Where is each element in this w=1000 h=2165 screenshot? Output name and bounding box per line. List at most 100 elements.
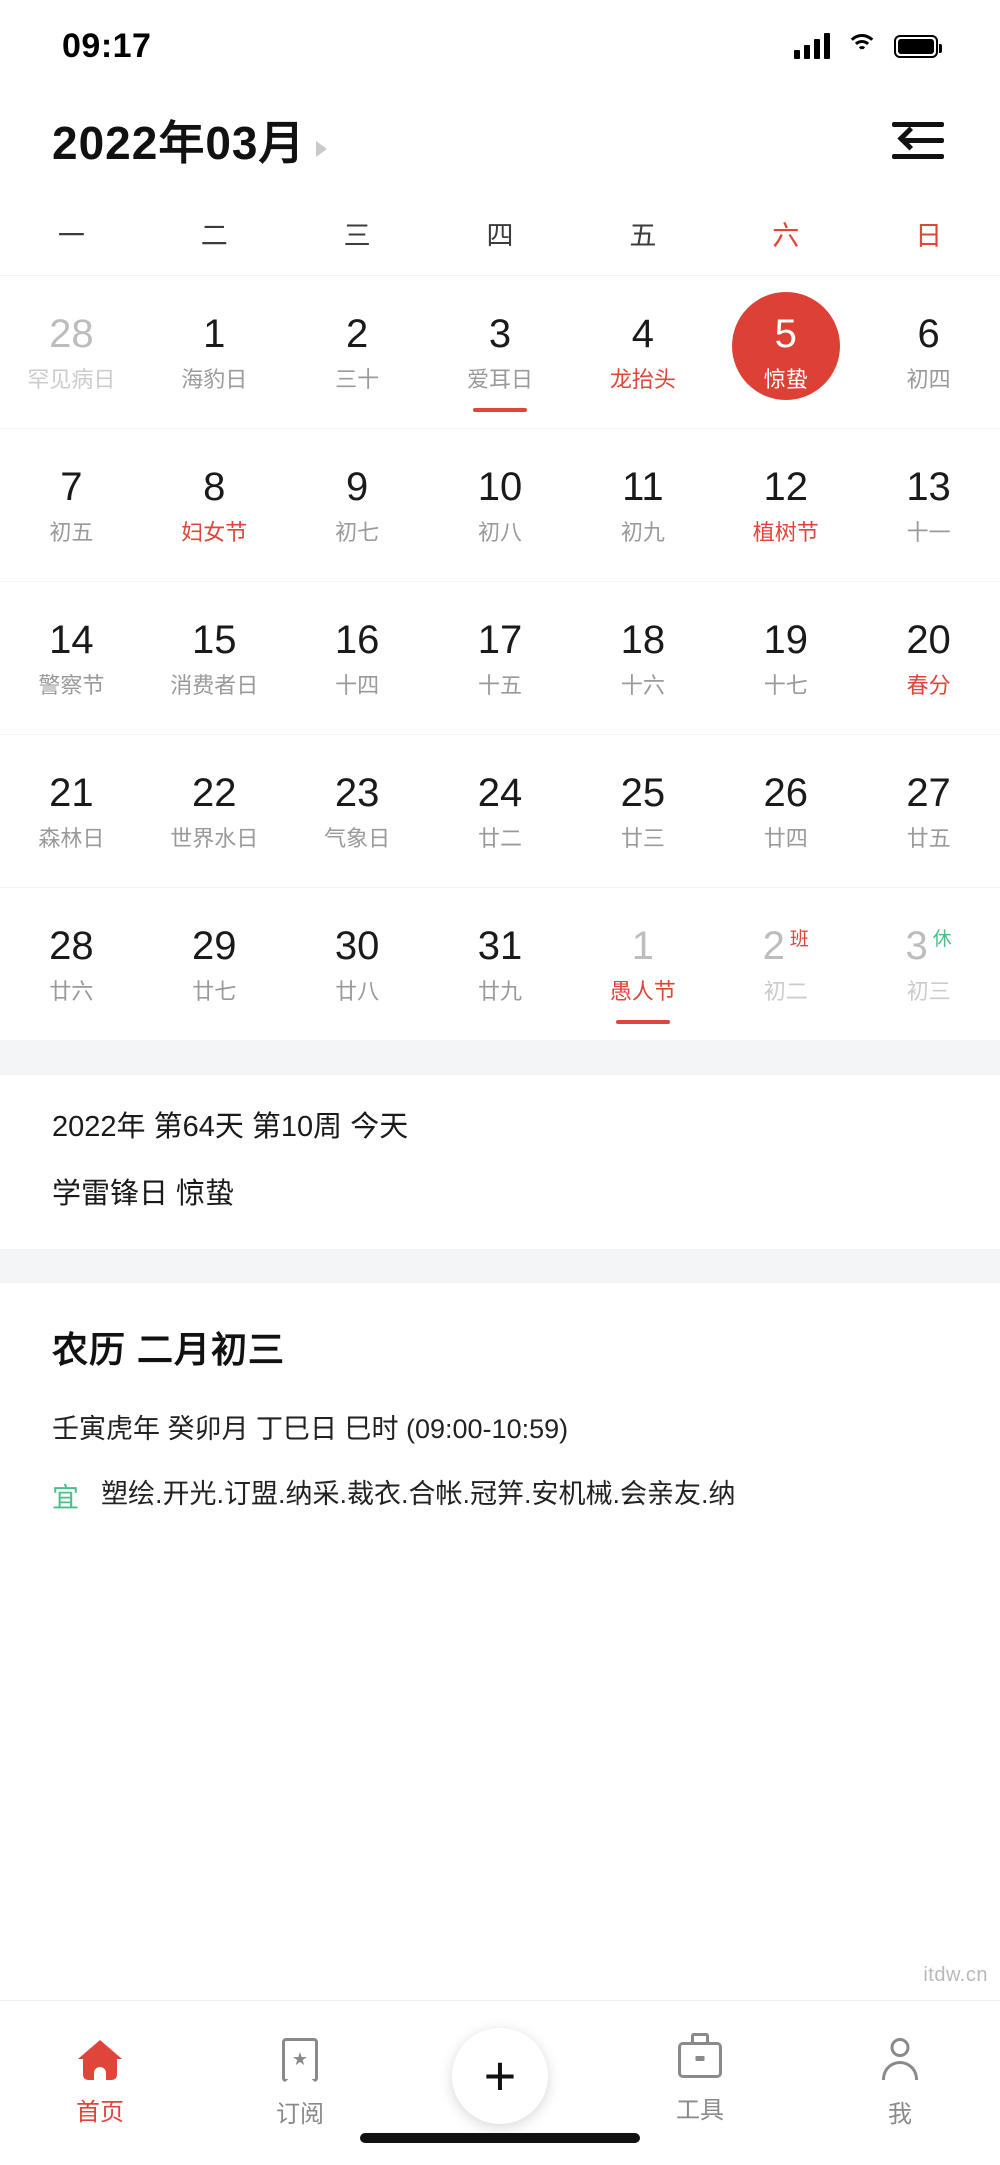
day-number: 6 [917,311,940,356]
day-sublabel: 十七 [763,672,808,698]
person-icon [880,2037,920,2082]
tab-add[interactable]: + [400,2028,600,2124]
section-divider [0,1041,1000,1075]
calendar-day-cell[interactable]: 19 十七 [714,582,857,734]
tab-tools[interactable]: 工具 [600,2032,800,2125]
day-number: 2 [346,311,369,356]
month-selector[interactable]: 2022年03月 [52,107,327,173]
day-number-wrap: 27 [906,773,951,817]
toolbox-icon [678,2032,722,2078]
day-number: 14 [49,617,94,662]
day-number-wrap: 19 [763,620,808,664]
day-number-wrap: 17 [478,620,523,664]
day-number: 31 [477,923,523,968]
day-sublabel: 十四 [335,672,380,698]
tab-home-label: 首页 [76,2098,124,2126]
calendar-day-cell[interactable]: 7 初五 [0,429,143,581]
tab-profile[interactable]: 我 [800,2037,1000,2129]
day-number: 27 [906,770,951,815]
day-number: 5 [774,311,797,356]
calendar-day-cell[interactable]: 9 初七 [286,429,429,581]
tab-home[interactable]: 首页 [0,2039,200,2127]
calendar-day-cell[interactable]: 15 消费者日 [143,582,286,734]
day-number: 17 [477,617,523,662]
calendar-week-row: 28 罕见病日 1 海豹日 2 三十 3 爱耳日 4 龙抬头 5 惊蛰 6 初四 [0,276,1000,429]
calendar-app-screen: 09:17 2022年03月 一二三四五六日 28 罕见病日 1 海豹日 2 三十 3 爱耳日… [0,0,1000,2165]
calendar-day-cell[interactable]: 21 森林日 [0,735,143,887]
day-number: 30 [334,923,380,968]
day-sublabel: 廿九 [477,978,522,1004]
home-indicator [360,2133,640,2143]
calendar-day-cell[interactable]: 14 警察节 [0,582,143,734]
day-sublabel: 世界水日 [170,825,259,851]
day-number-wrap: 6 [917,314,939,358]
day-number: 13 [906,464,951,509]
plus-icon[interactable]: + [452,2028,548,2124]
status-bar: 09:17 [0,0,1000,92]
wifi-icon [846,34,878,58]
status-bar-icons [794,33,942,59]
calendar-day-cell[interactable]: 24 廿二 [429,735,572,887]
calendar-day-cell[interactable]: 28 罕见病日 [0,276,143,428]
day-sublabel: 廿七 [192,978,237,1004]
calendar-day-cell[interactable]: 18 十六 [571,582,714,734]
calendar-day-cell[interactable]: 6 初四 [857,276,1000,428]
day-sublabel: 龙抬头 [609,366,676,392]
day-marker-underline [472,408,527,412]
calendar-day-cell[interactable]: 10 初八 [429,429,572,581]
calendar-day-cell[interactable]: 20 春分 [857,582,1000,734]
calendar-day-cell[interactable]: 4 龙抬头 [571,276,714,428]
tab-subscribe-label: 订阅 [276,2100,324,2128]
day-number: 15 [192,617,237,662]
calendar-day-cell[interactable]: 8 妇女节 [143,429,286,581]
day-sublabel: 爱耳日 [466,366,533,392]
day-number: 4 [631,311,654,356]
ganzhi-line: 壬寅虎年 癸卯月 丁巳日 巳时 (09:00-10:59) [52,1414,569,1444]
day-sublabel: 十一 [906,519,951,545]
calendar-day-cell[interactable]: 26 廿四 [714,735,857,887]
day-sublabel: 廿二 [477,825,522,851]
calendar-day-cell[interactable]: 2 班初二 [714,888,857,1040]
calendar-day-cell[interactable]: 2 三十 [286,276,429,428]
day-number-wrap: 25 [621,773,666,817]
day-number: 21 [49,770,94,815]
calendar-day-cell[interactable]: 17 十五 [429,582,572,734]
triangle-right-icon [315,141,327,157]
calendar-day-cell[interactable]: 5 惊蛰 [714,276,857,428]
day-number: 2 [762,923,785,968]
tab-tools-label: 工具 [676,2096,724,2124]
day-number-wrap: 12 [763,467,808,511]
calendar-day-cell[interactable]: 28 廿六 [0,888,143,1040]
weekday-4: 五 [629,221,657,251]
day-sublabel: 十六 [620,672,665,698]
calendar-grid: 28 罕见病日 1 海豹日 2 三十 3 爱耳日 4 龙抬头 5 惊蛰 6 初四 7 初五 8 妇女节 9 初七 10 初… [0,275,1000,1041]
calendar-day-cell[interactable]: 16 十四 [286,582,429,734]
calendar-week-row: 14 警察节 15 消费者日 16 十四 17 十五 18 十六 19 十七 20 春分 [0,582,1000,735]
calendar-day-cell[interactable]: 27 廿五 [857,735,1000,887]
day-sublabel: 消费者日 [170,672,259,698]
collapse-menu-icon[interactable] [892,120,944,160]
day-number: 29 [192,923,237,968]
calendar-day-cell[interactable]: 23 气象日 [286,735,429,887]
day-number-wrap: 7 [60,467,82,511]
day-sublabel: 廿八 [335,978,380,1004]
calendar-week-row: 28 廿六 29 廿七 30 廿八 31 廿九 1 愚人节 2 班初二 3 休初三 [0,888,1000,1041]
calendar-day-cell[interactable]: 11 初九 [571,429,714,581]
signal-icon [794,33,830,59]
calendar-day-cell[interactable]: 3 休初三 [857,888,1000,1040]
calendar-day-cell[interactable]: 31 廿九 [429,888,572,1040]
calendar-day-cell[interactable]: 29 廿七 [143,888,286,1040]
calendar-day-cell[interactable]: 1 海豹日 [143,276,286,428]
calendar-day-cell[interactable]: 22 世界水日 [143,735,286,887]
calendar-day-cell[interactable]: 13 十一 [857,429,1000,581]
calendar-day-cell[interactable]: 1 愚人节 [571,888,714,1040]
calendar-day-cell[interactable]: 3 爱耳日 [429,276,572,428]
day-sublabel: 愚人节 [609,978,676,1004]
calendar-day-cell[interactable]: 25 廿三 [571,735,714,887]
calendar-day-cell[interactable]: 30 廿八 [286,888,429,1040]
tab-profile-label: 我 [888,2100,912,2128]
calendar-day-cell[interactable]: 12 植树节 [714,429,857,581]
title-bar: 2022年03月 [0,92,1000,188]
day-sublabel: 十五 [477,672,522,698]
tab-subscribe[interactable]: ★ 订阅 [200,2037,400,2129]
